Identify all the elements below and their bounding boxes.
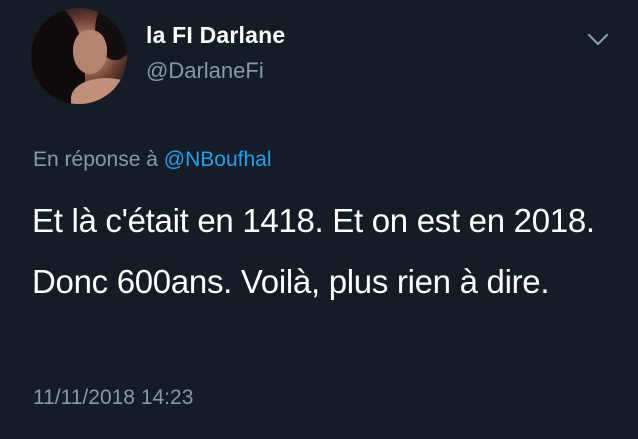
reply-prefix: En réponse à bbox=[33, 148, 158, 171]
tweet-card: la FI Darlane @DarlaneFi En réponse à @N… bbox=[0, 0, 638, 439]
avatar[interactable] bbox=[31, 8, 127, 104]
reply-context: En réponse à @NBoufhal bbox=[33, 148, 272, 172]
reply-mention-link[interactable]: @NBoufhal bbox=[164, 148, 272, 171]
tweet-text: Et là c'était en 1418. Et on est en 2018… bbox=[32, 202, 595, 300]
chevron-down-icon[interactable] bbox=[586, 32, 610, 48]
tweet-timestamp[interactable]: 11/11/2018 14:23 bbox=[33, 386, 193, 410]
user-handle[interactable]: @DarlaneFi bbox=[146, 58, 264, 84]
display-name[interactable]: la FI Darlane bbox=[146, 22, 285, 49]
